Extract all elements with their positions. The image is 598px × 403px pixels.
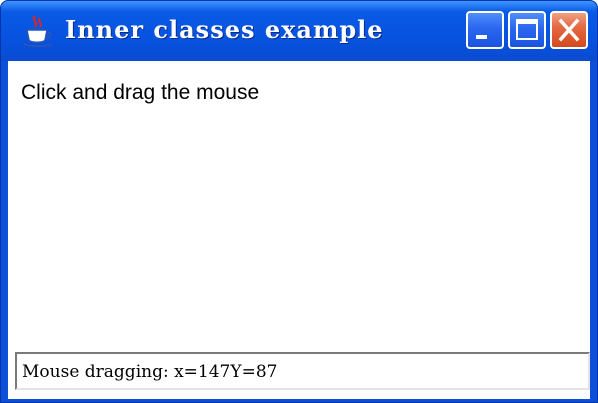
drag-area[interactable]: Click and drag the mouse Mouse dragging:…: [8, 61, 590, 399]
status-text-field[interactable]: Mouse dragging: x=147Y=87: [15, 352, 590, 390]
java-coffee-cup-icon: [23, 15, 53, 48]
minimize-button[interactable]: [466, 11, 504, 49]
title-bar[interactable]: Inner classes example: [1, 1, 597, 61]
close-button[interactable]: [550, 11, 588, 49]
minimize-icon: [476, 35, 487, 39]
app-window: Inner classes example Click and drag the…: [0, 0, 598, 403]
close-icon: [558, 18, 580, 42]
window-title: Inner classes example: [65, 15, 384, 44]
instruction-label: Click and drag the mouse: [21, 81, 260, 104]
maximize-icon: [516, 19, 538, 40]
maximize-button[interactable]: [508, 11, 546, 49]
status-text: Mouse dragging: x=147Y=87: [22, 362, 278, 382]
